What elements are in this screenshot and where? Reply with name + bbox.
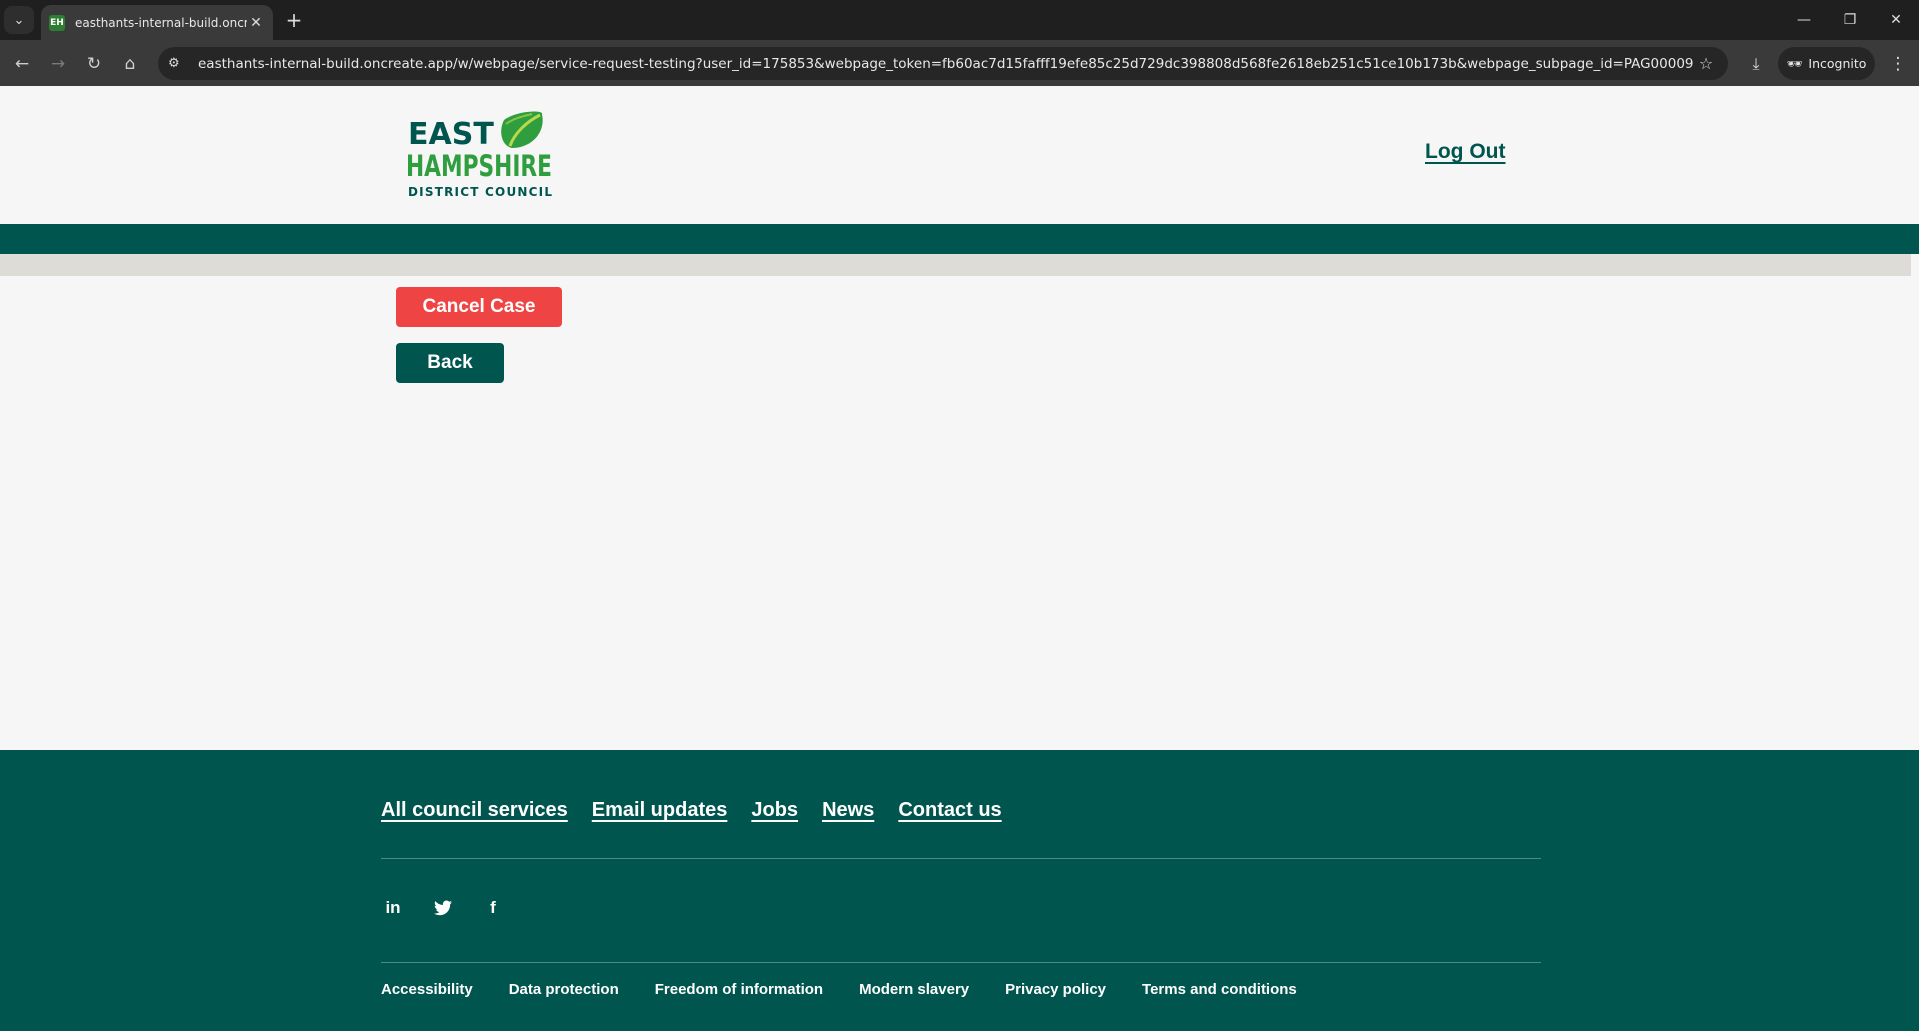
site-header — [0, 86, 1919, 224]
legal-links: Accessibility Data protection Freedom of… — [381, 981, 1297, 998]
reload-icon[interactable]: ↻ — [78, 48, 110, 80]
footer-links: All council services Email updates Jobs … — [381, 799, 1002, 822]
header-band — [0, 224, 1919, 254]
legal-link-data-protection[interactable]: Data protection — [509, 981, 619, 998]
back-arrow-icon[interactable]: ← — [6, 48, 38, 80]
window-controls: — ❐ ✕ — [1781, 0, 1919, 40]
footer-link-news[interactable]: News — [822, 799, 874, 822]
footer-link-contact-us[interactable]: Contact us — [898, 799, 1001, 822]
legal-link-freedom-of-information[interactable]: Freedom of information — [655, 981, 823, 998]
incognito-icon: 🕶 — [1786, 55, 1803, 71]
close-window-icon[interactable]: ✕ — [1873, 0, 1919, 40]
twitter-icon[interactable] — [431, 896, 455, 920]
legal-link-terms-and-conditions[interactable]: Terms and conditions — [1142, 981, 1297, 998]
tab-title: easthants-internal-build.oncreate.app — [75, 15, 247, 30]
logo-line1: EAST — [408, 117, 494, 152]
logout-link[interactable]: Log Out — [1425, 140, 1505, 164]
legal-link-modern-slavery[interactable]: Modern slavery — [859, 981, 969, 998]
incognito-indicator[interactable]: 🕶 Incognito — [1778, 47, 1875, 80]
footer-link-email-updates[interactable]: Email updates — [592, 799, 728, 822]
minimize-icon[interactable]: — — [1781, 0, 1827, 40]
facebook-icon[interactable]: f — [481, 896, 505, 920]
social-links: in f — [381, 896, 505, 920]
subheader-band — [0, 254, 1911, 276]
footer-divider — [381, 858, 1541, 859]
footer-link-jobs[interactable]: Jobs — [751, 799, 798, 822]
bookmark-star-icon[interactable]: ☆ — [1694, 54, 1718, 73]
favicon-icon: EH — [49, 14, 65, 31]
address-bar[interactable]: ⚙ easthants-internal-build.oncreate.app/… — [158, 47, 1728, 80]
logo-line2: HAMPSHIRE — [406, 149, 552, 183]
forward-arrow-icon[interactable]: → — [42, 48, 74, 80]
leaf-icon — [501, 111, 543, 148]
tab-close-icon[interactable]: ✕ — [247, 15, 265, 31]
logo-line3: DISTRICT COUNCIL — [408, 185, 552, 199]
legal-link-privacy-policy[interactable]: Privacy policy — [1005, 981, 1106, 998]
site-info-icon[interactable]: ⚙ — [168, 56, 188, 71]
browser-tab[interactable]: EH easthants-internal-build.oncreate.app… — [41, 5, 273, 40]
tab-search-icon[interactable]: ⌄ — [4, 6, 34, 34]
restore-icon[interactable]: ❐ — [1827, 0, 1873, 40]
new-tab-icon[interactable]: + — [282, 8, 306, 32]
footer-link-all-council-services[interactable]: All council services — [381, 799, 568, 822]
cancel-case-button[interactable]: Cancel Case — [396, 287, 562, 327]
browser-menu-icon[interactable]: ⋮ — [1883, 48, 1913, 80]
home-icon[interactable]: ⌂ — [114, 48, 146, 80]
back-button[interactable]: Back — [396, 343, 504, 383]
browser-tabstrip: ⌄ EH easthants-internal-build.oncreate.a… — [0, 0, 1919, 40]
legal-link-accessibility[interactable]: Accessibility — [381, 981, 473, 998]
url-text[interactable]: easthants-internal-build.oncreate.app/w/… — [198, 56, 1694, 72]
linkedin-icon[interactable]: in — [381, 896, 405, 920]
council-logo[interactable]: EAST HAMPSHIRE DISTRICT COUNCIL — [406, 110, 556, 202]
incognito-label: Incognito — [1808, 56, 1867, 71]
footer-divider-2 — [381, 962, 1541, 963]
download-icon[interactable]: ⤓ — [1740, 48, 1772, 80]
